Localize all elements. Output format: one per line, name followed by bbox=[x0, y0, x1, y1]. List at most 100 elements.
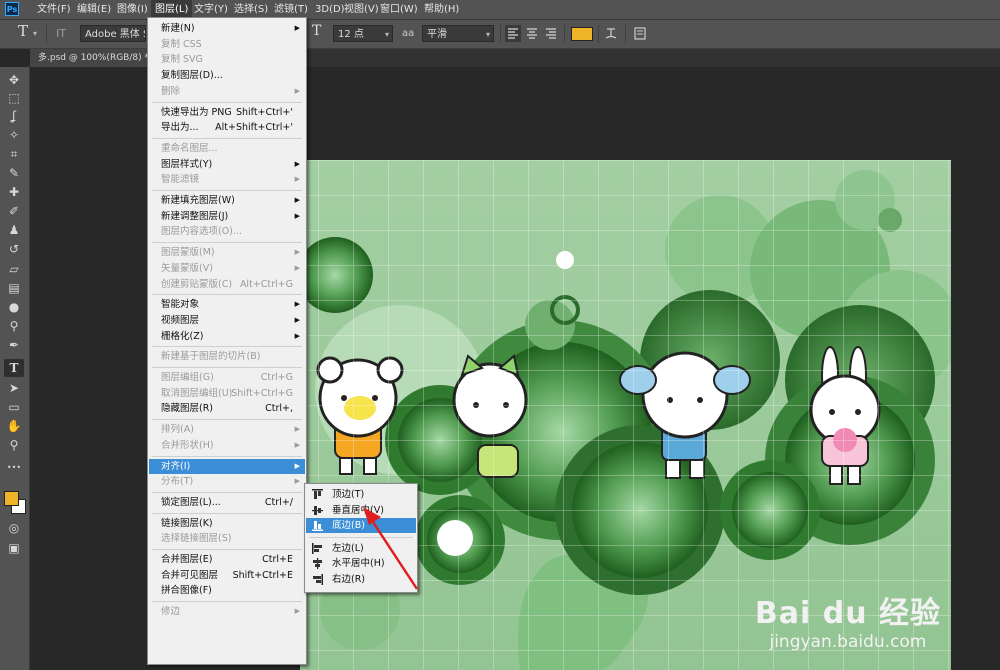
type-tool-preset-icon[interactable]: T bbox=[18, 23, 28, 40]
menu-item-label: 智能滤镜 bbox=[161, 174, 200, 186]
eraser-icon[interactable]: ▱ bbox=[4, 260, 24, 278]
crop-icon[interactable]: ⌗ bbox=[4, 145, 24, 163]
quick-mask-icon[interactable]: ◎ bbox=[4, 519, 24, 537]
menu-2[interactable]: 图像(I) bbox=[113, 0, 152, 19]
shape-icon[interactable]: ▭ bbox=[4, 398, 24, 416]
menu-item-label: 取消图层编组(U) bbox=[161, 387, 233, 399]
gradient-icon[interactable]: ▤ bbox=[4, 279, 24, 297]
layer-menu-item: 合并形状(H) ▶ bbox=[149, 438, 305, 453]
menu-0[interactable]: 文件(F) bbox=[33, 0, 75, 19]
align-text-center-icon[interactable] bbox=[524, 25, 540, 42]
chevron-down-icon: ▾ bbox=[485, 30, 490, 39]
menu-separator bbox=[152, 601, 302, 603]
align-right-icon bbox=[312, 573, 323, 585]
text-color-swatch[interactable] bbox=[571, 27, 593, 41]
menu-item-label: 合并图层(E) bbox=[161, 554, 213, 565]
menu-separator bbox=[152, 549, 302, 550]
anti-alias-icon: aa bbox=[402, 28, 415, 39]
menu-separator bbox=[152, 242, 302, 244]
submenu-arrow-icon: ▶ bbox=[294, 477, 300, 486]
magic-wand-icon[interactable]: ✧ bbox=[4, 126, 24, 144]
menu-item-label: 图层编组(G) bbox=[161, 372, 214, 383]
layer-menu-item[interactable]: 合并可见图层 Shift+Ctrl+E bbox=[149, 568, 305, 583]
eyedropper-icon[interactable]: ✎ bbox=[4, 164, 24, 182]
character-panel-icon[interactable] bbox=[633, 25, 647, 42]
layer-menu-item[interactable]: 图层样式(Y) ▶ bbox=[149, 157, 305, 172]
layer-menu-item[interactable]: 智能对象 ▶ bbox=[149, 297, 305, 312]
menu-item-label: 复制 CSS bbox=[161, 38, 202, 50]
layer-menu-item[interactable]: 链接图层(K) bbox=[149, 516, 305, 531]
history-brush-icon[interactable]: ↺ bbox=[4, 240, 24, 258]
menu-item-label: 视频图层 bbox=[161, 314, 200, 326]
move-icon[interactable]: ✥ bbox=[4, 71, 24, 89]
layer-menu-item[interactable]: 视频图层 ▶ bbox=[149, 313, 305, 328]
font-size-select[interactable]: 12 点 ▾ bbox=[333, 25, 393, 42]
layer-menu-item[interactable]: 合并图层(E) Ctrl+E bbox=[149, 552, 305, 567]
menu-item-label: 重命名图层... bbox=[161, 142, 218, 154]
submenu-arrow-icon: ▶ bbox=[294, 440, 300, 449]
layer-menu-item[interactable]: 快速导出为 PNG Shift+Ctrl+' bbox=[149, 105, 305, 120]
menu-item-label: 锁定图层(L)... bbox=[161, 496, 221, 508]
document-tab[interactable]: 多.psd @ 100%(RGB/8) * bbox=[30, 49, 157, 67]
menu-item-label: 复制图层(D)... bbox=[161, 70, 223, 82]
menu-item-label: 链接图层(K) bbox=[161, 517, 213, 529]
submenu-arrow-icon: ▶ bbox=[294, 24, 300, 32]
warp-text-icon[interactable] bbox=[604, 25, 618, 42]
path-select-icon[interactable]: ➤ bbox=[4, 379, 24, 397]
submenu-arrow-icon: ▶ bbox=[294, 300, 300, 309]
layer-menu-item[interactable]: 导出为... Alt+Shift+Ctrl+' bbox=[149, 120, 305, 135]
layer-menu-item[interactable]: 栅格化(Z) ▶ bbox=[149, 329, 305, 344]
brush-icon[interactable]: ✐ bbox=[4, 202, 24, 220]
layer-menu-item[interactable]: 隐藏图层(R) Ctrl+, bbox=[149, 401, 305, 416]
hand-icon[interactable]: ✋ bbox=[4, 417, 24, 435]
font-size-icon: T bbox=[312, 23, 322, 39]
text-orientation-icon[interactable]: IT bbox=[56, 25, 66, 42]
layer-menu-item[interactable]: 拼合图像(F) bbox=[149, 583, 305, 598]
dodge-icon[interactable]: ⚲ bbox=[4, 317, 24, 335]
menu-9[interactable]: 窗口(W) bbox=[376, 0, 422, 19]
layer-menu-item[interactable]: 新建(N) ▶ bbox=[149, 21, 305, 36]
marquee-icon[interactable]: ⬚ bbox=[4, 89, 24, 107]
menu-item-label: 矢量蒙版(V) bbox=[161, 262, 213, 274]
more-icon[interactable]: ••• bbox=[4, 459, 24, 477]
foreground-color-swatch[interactable] bbox=[4, 491, 19, 506]
layer-menu-item[interactable]: 新建调整图层(J) ▶ bbox=[149, 209, 305, 224]
menu-separator bbox=[152, 294, 302, 296]
layer-menu-item[interactable]: 复制图层(D)... bbox=[149, 68, 305, 83]
menu-separator bbox=[152, 190, 302, 191]
submenu-arrow-icon: ▶ bbox=[294, 461, 300, 470]
chevron-down-icon[interactable]: ▾ bbox=[33, 25, 37, 42]
menu-separator bbox=[152, 512, 302, 514]
zoom-icon[interactable]: ⚲ bbox=[4, 436, 24, 454]
layer-menu-item[interactable]: 锁定图层(L)... Ctrl+/ bbox=[149, 495, 305, 510]
menu-item-shortcut: Shift+Ctrl+E bbox=[232, 569, 293, 581]
menu-10[interactable]: 帮助(H) bbox=[420, 0, 463, 19]
layer-menu-item[interactable]: 对齐(I) ▶ bbox=[149, 458, 305, 474]
healing-brush-icon[interactable]: ✚ bbox=[4, 183, 24, 201]
submenu-arrow-icon: ▶ bbox=[294, 159, 300, 168]
layer-menu-item[interactable]: 新建填充图层(W) ▶ bbox=[149, 193, 305, 208]
menu-item-label: 选择链接图层(S) bbox=[161, 533, 232, 545]
submenu-arrow-icon: ▶ bbox=[294, 175, 300, 184]
screen-mode-icon[interactable]: ▣ bbox=[4, 539, 24, 557]
font-size-value: 12 点 bbox=[338, 29, 364, 40]
align-left-icon bbox=[312, 542, 323, 554]
anti-alias-select[interactable]: 平滑 ▾ bbox=[422, 25, 494, 42]
pen-icon[interactable]: ✒ bbox=[4, 336, 24, 354]
menu-item-label: 智能对象 bbox=[161, 299, 200, 311]
stamp-icon[interactable]: ♟ bbox=[4, 221, 24, 239]
menu-separator bbox=[152, 137, 302, 139]
menu-item-shortcut: Ctrl+, bbox=[265, 403, 293, 415]
menu-item-label: 排列(A) bbox=[161, 424, 194, 436]
menu-item-label: 隐藏图层(R) bbox=[161, 403, 214, 415]
submenu-arrow-icon: ▶ bbox=[294, 607, 300, 616]
align-text-left-icon[interactable] bbox=[505, 25, 521, 42]
blur-icon[interactable]: ● bbox=[4, 298, 24, 316]
font-family-select[interactable]: Adobe 黑体 Std bbox=[80, 25, 146, 42]
align-text-right-icon[interactable] bbox=[543, 25, 559, 42]
align-menu-item[interactable]: 顶边(T) bbox=[306, 487, 416, 502]
type-icon[interactable]: T bbox=[4, 359, 24, 377]
lasso-icon[interactable]: ʆ bbox=[4, 107, 24, 125]
menu-1[interactable]: 编辑(E) bbox=[73, 0, 115, 19]
layer-menu-item: 选择链接图层(S) bbox=[149, 531, 305, 546]
